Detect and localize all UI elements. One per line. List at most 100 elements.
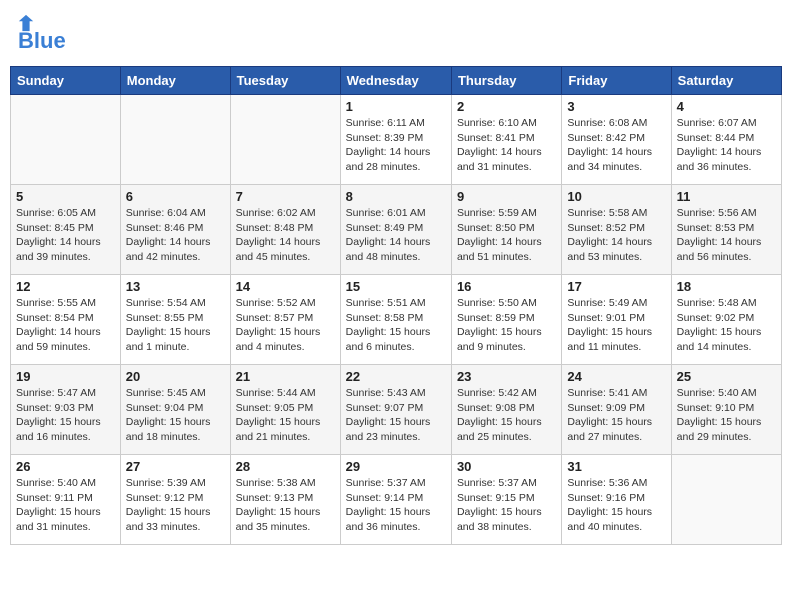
calendar-cell: 14Sunrise: 5:52 AMSunset: 8:57 PMDayligh…	[230, 275, 340, 365]
day-number: 2	[457, 99, 556, 114]
day-number: 4	[677, 99, 776, 114]
day-info: Sunrise: 5:51 AMSunset: 8:58 PMDaylight:…	[346, 296, 446, 355]
day-info: Sunrise: 5:44 AMSunset: 9:05 PMDaylight:…	[236, 386, 335, 445]
calendar-week-row: 5 Sunrise: 6:05 AMSunset: 8:45 PMDaylight…	[11, 185, 782, 275]
day-number: 21	[236, 369, 335, 384]
day-info: Sunrise: 5:40 AMSunset: 9:10 PMDaylight:…	[677, 386, 776, 445]
logo-blue-text: Blue	[18, 28, 66, 54]
day-number: 14	[236, 279, 335, 294]
day-number: 10	[567, 189, 665, 204]
day-number: 24	[567, 369, 665, 384]
calendar-cell: 23 Sunrise: 5:42 AMSunset: 9:08 PMDayligh…	[451, 365, 561, 455]
calendar-cell: 11 Sunrise: 5:56 AMSunset: 8:53 PMDayligh…	[671, 185, 781, 275]
day-info: Sunrise: 5:41 AMSunset: 9:09 PMDaylight:…	[567, 386, 665, 445]
calendar-cell: 8 Sunrise: 6:01 AMSunset: 8:49 PMDaylight…	[340, 185, 451, 275]
day-info: Sunrise: 5:50 AMSunset: 8:59 PMDaylight:…	[457, 296, 556, 355]
calendar-cell: 13 Sunrise: 5:54 AMSunset: 8:55 PMDayligh…	[120, 275, 230, 365]
calendar-cell: 22 Sunrise: 5:43 AMSunset: 9:07 PMDayligh…	[340, 365, 451, 455]
day-number: 31	[567, 459, 665, 474]
day-number: 17	[567, 279, 665, 294]
day-info: Sunrise: 5:47 AMSunset: 9:03 PMDaylight:…	[16, 386, 115, 445]
day-info: Sunrise: 5:38 AMSunset: 9:13 PMDaylight:…	[236, 476, 335, 535]
calendar-cell: 17 Sunrise: 5:49 AMSunset: 9:01 PMDayligh…	[562, 275, 671, 365]
calendar-table: SundayMondayTuesdayWednesdayThursdayFrid…	[10, 66, 782, 545]
calendar-cell	[230, 95, 340, 185]
calendar-cell: 25 Sunrise: 5:40 AMSunset: 9:10 PMDayligh…	[671, 365, 781, 455]
day-info: Sunrise: 5:40 AMSunset: 9:11 PMDaylight:…	[16, 476, 115, 535]
day-number: 28	[236, 459, 335, 474]
day-number: 5	[16, 189, 115, 204]
calendar-cell: 7 Sunrise: 6:02 AMSunset: 8:48 PMDaylight…	[230, 185, 340, 275]
day-info: Sunrise: 5:42 AMSunset: 9:08 PMDaylight:…	[457, 386, 556, 445]
day-info: Sunrise: 6:11 AMSunset: 8:39 PMDaylight:…	[346, 116, 446, 175]
day-number: 23	[457, 369, 556, 384]
day-number: 25	[677, 369, 776, 384]
day-info: Sunrise: 5:39 AMSunset: 9:12 PMDaylight:…	[126, 476, 225, 535]
day-number: 18	[677, 279, 776, 294]
calendar-cell: 4 Sunrise: 6:07 AMSunset: 8:44 PMDaylight…	[671, 95, 781, 185]
day-info: Sunrise: 5:43 AMSunset: 9:07 PMDaylight:…	[346, 386, 446, 445]
day-number: 3	[567, 99, 665, 114]
calendar-cell: 20 Sunrise: 5:45 AMSunset: 9:04 PMDayligh…	[120, 365, 230, 455]
calendar-cell: 12Sunrise: 5:55 AMSunset: 8:54 PMDayligh…	[11, 275, 121, 365]
day-info: Sunrise: 5:36 AMSunset: 9:16 PMDaylight:…	[567, 476, 665, 535]
day-number: 30	[457, 459, 556, 474]
day-info: Sunrise: 5:56 AMSunset: 8:53 PMDaylight:…	[677, 206, 776, 265]
logo: Blue	[16, 14, 66, 54]
calendar-cell: 24 Sunrise: 5:41 AMSunset: 9:09 PMDayligh…	[562, 365, 671, 455]
day-info: Sunrise: 6:08 AMSunset: 8:42 PMDaylight:…	[567, 116, 665, 175]
calendar-week-row: 26 Sunrise: 5:40 AMSunset: 9:11 PMDayligh…	[11, 455, 782, 545]
calendar-week-row: 12Sunrise: 5:55 AMSunset: 8:54 PMDayligh…	[11, 275, 782, 365]
calendar-cell: 19 Sunrise: 5:47 AMSunset: 9:03 PMDayligh…	[11, 365, 121, 455]
day-number: 13	[126, 279, 225, 294]
calendar-cell: 27 Sunrise: 5:39 AMSunset: 9:12 PMDayligh…	[120, 455, 230, 545]
day-info: Sunrise: 5:45 AMSunset: 9:04 PMDaylight:…	[126, 386, 225, 445]
page-header: Blue	[10, 10, 782, 58]
calendar-cell: 15 Sunrise: 5:51 AMSunset: 8:58 PMDayligh…	[340, 275, 451, 365]
weekday-header-tuesday: Tuesday	[230, 67, 340, 95]
day-number: 8	[346, 189, 446, 204]
calendar-cell: 9Sunrise: 5:59 AMSunset: 8:50 PMDaylight…	[451, 185, 561, 275]
weekday-header-saturday: Saturday	[671, 67, 781, 95]
day-number: 20	[126, 369, 225, 384]
calendar-cell: 21 Sunrise: 5:44 AMSunset: 9:05 PMDayligh…	[230, 365, 340, 455]
day-number: 27	[126, 459, 225, 474]
day-number: 16	[457, 279, 556, 294]
day-number: 7	[236, 189, 335, 204]
day-number: 22	[346, 369, 446, 384]
day-info: Sunrise: 5:54 AMSunset: 8:55 PMDaylight:…	[126, 296, 225, 355]
day-number: 19	[16, 369, 115, 384]
day-info: Sunrise: 5:48 AMSunset: 9:02 PMDaylight:…	[677, 296, 776, 355]
calendar-cell: 31 Sunrise: 5:36 AMSunset: 9:16 PMDayligh…	[562, 455, 671, 545]
calendar-cell: 3 Sunrise: 6:08 AMSunset: 8:42 PMDaylight…	[562, 95, 671, 185]
day-info: Sunrise: 6:02 AMSunset: 8:48 PMDaylight:…	[236, 206, 335, 265]
weekday-header-row: SundayMondayTuesdayWednesdayThursdayFrid…	[11, 67, 782, 95]
calendar-cell	[671, 455, 781, 545]
day-number: 9	[457, 189, 556, 204]
day-number: 6	[126, 189, 225, 204]
calendar-cell: 2Sunrise: 6:10 AMSunset: 8:41 PMDaylight…	[451, 95, 561, 185]
day-number: 15	[346, 279, 446, 294]
calendar-cell: 18 Sunrise: 5:48 AMSunset: 9:02 PMDayligh…	[671, 275, 781, 365]
day-number: 26	[16, 459, 115, 474]
day-info: Sunrise: 6:07 AMSunset: 8:44 PMDaylight:…	[677, 116, 776, 175]
day-info: Sunrise: 6:05 AMSunset: 8:45 PMDaylight:…	[16, 206, 115, 265]
calendar-cell: 26 Sunrise: 5:40 AMSunset: 9:11 PMDayligh…	[11, 455, 121, 545]
calendar-cell: 16 Sunrise: 5:50 AMSunset: 8:59 PMDayligh…	[451, 275, 561, 365]
calendar-week-row: 1 Sunrise: 6:11 AMSunset: 8:39 PMDaylight…	[11, 95, 782, 185]
day-number: 12	[16, 279, 115, 294]
weekday-header-monday: Monday	[120, 67, 230, 95]
calendar-cell: 30Sunrise: 5:37 AMSunset: 9:15 PMDayligh…	[451, 455, 561, 545]
day-number: 1	[346, 99, 446, 114]
day-info: Sunrise: 6:04 AMSunset: 8:46 PMDaylight:…	[126, 206, 225, 265]
calendar-cell: 28 Sunrise: 5:38 AMSunset: 9:13 PMDayligh…	[230, 455, 340, 545]
day-number: 11	[677, 189, 776, 204]
day-info: Sunrise: 6:01 AMSunset: 8:49 PMDaylight:…	[346, 206, 446, 265]
day-info: Sunrise: 5:49 AMSunset: 9:01 PMDaylight:…	[567, 296, 665, 355]
weekday-header-wednesday: Wednesday	[340, 67, 451, 95]
calendar-cell	[120, 95, 230, 185]
calendar-cell: 6 Sunrise: 6:04 AMSunset: 8:46 PMDaylight…	[120, 185, 230, 275]
calendar-cell: 5 Sunrise: 6:05 AMSunset: 8:45 PMDaylight…	[11, 185, 121, 275]
day-info: Sunrise: 5:58 AMSunset: 8:52 PMDaylight:…	[567, 206, 665, 265]
calendar-week-row: 19 Sunrise: 5:47 AMSunset: 9:03 PMDayligh…	[11, 365, 782, 455]
